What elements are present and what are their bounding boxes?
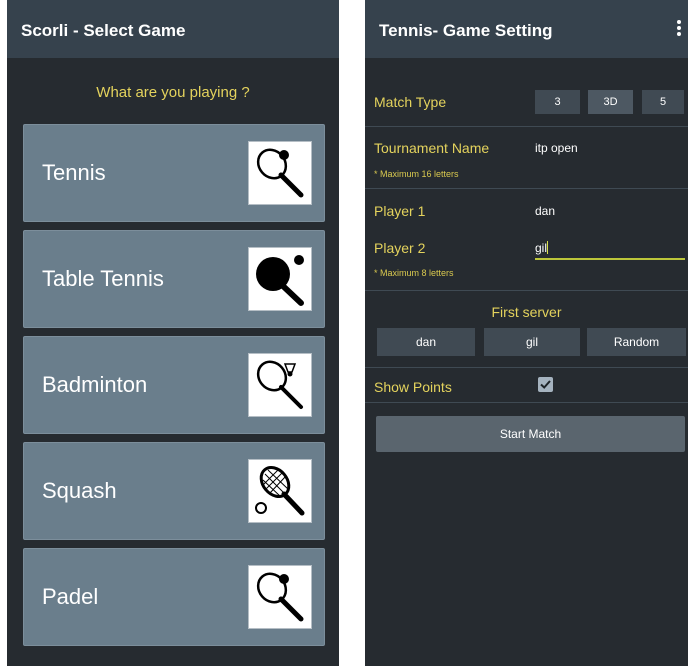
game-card-badminton[interactable]: Badminton <box>23 336 325 434</box>
app-bar-title: Scorli - Select Game <box>21 21 186 40</box>
badminton-racket-icon <box>248 353 312 417</box>
start-match-button[interactable]: Start Match <box>376 416 685 452</box>
tournament-name-label: Tournament Name <box>374 140 490 156</box>
tournament-name-field[interactable]: itp open <box>535 141 685 155</box>
match-type-option-3d[interactable]: 3D <box>588 90 633 114</box>
divider <box>365 290 688 291</box>
game-card-squash[interactable]: Squash <box>23 442 325 540</box>
match-type-option-3[interactable]: 3 <box>535 90 580 114</box>
app-bar: Tennis- Game Setting <box>365 0 688 58</box>
match-type-label: Match Type <box>374 94 447 110</box>
show-points-checkbox[interactable] <box>538 377 553 392</box>
text-cursor <box>547 241 549 254</box>
divider <box>365 402 688 403</box>
divider <box>365 367 688 368</box>
padel-racket-icon <box>248 565 312 629</box>
first-server-option-random[interactable]: Random <box>587 328 686 356</box>
game-card-table-tennis[interactable]: Table Tennis <box>23 230 325 328</box>
divider <box>365 126 688 127</box>
game-card-padel[interactable]: Padel <box>23 548 325 646</box>
player2-field[interactable]: gil <box>535 241 685 260</box>
table-tennis-paddle-icon <box>248 247 312 311</box>
game-label: Padel <box>42 584 99 609</box>
squash-racket-icon <box>248 459 312 523</box>
game-setting-screen: Tennis- Game Setting Match Type 3 3D 5 T… <box>365 0 688 666</box>
show-points-label: Show Points <box>374 379 452 395</box>
first-server-option-gil[interactable]: gil <box>484 328 580 356</box>
checkmark-icon <box>540 380 551 389</box>
player2-hint: * Maximum 8 letters <box>374 268 454 278</box>
match-type-option-5[interactable]: 5 <box>642 90 684 114</box>
player1-field[interactable]: dan <box>535 204 685 218</box>
select-game-screen: Scorli - Select Game What are you playin… <box>7 0 339 666</box>
first-server-label: First server <box>491 304 562 320</box>
game-label: Squash <box>42 478 117 503</box>
first-server-option-dan[interactable]: dan <box>377 328 475 356</box>
tennis-racket-icon <box>248 141 312 205</box>
more-vert-icon[interactable] <box>676 20 682 38</box>
app-bar: Scorli - Select Game <box>7 0 339 58</box>
game-label: Table Tennis <box>42 266 164 291</box>
player2-value: gil <box>535 241 548 255</box>
game-label: Tennis <box>42 160 106 185</box>
divider <box>365 188 688 189</box>
tournament-name-hint: * Maximum 16 letters <box>374 169 459 179</box>
game-card-tennis[interactable]: Tennis <box>23 124 325 222</box>
game-prompt: What are you playing ? <box>96 84 250 101</box>
player2-label: Player 2 <box>374 240 426 256</box>
app-bar-title: Tennis- Game Setting <box>379 21 553 40</box>
game-label: Badminton <box>42 372 148 397</box>
player1-label: Player 1 <box>374 203 426 219</box>
